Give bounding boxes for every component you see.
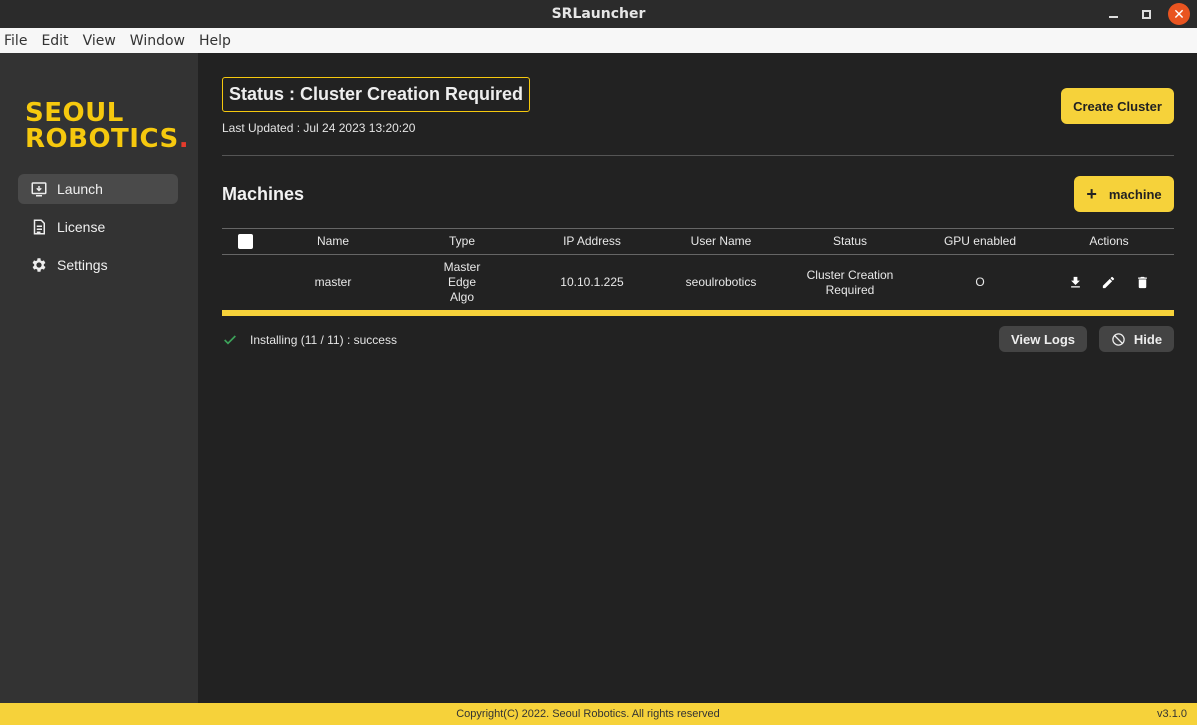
row-actions — [1059, 255, 1159, 310]
column-header-type: Type — [448, 234, 475, 248]
edit-icon[interactable] — [1101, 275, 1116, 290]
view-logs-button[interactable]: View Logs — [999, 326, 1087, 352]
machine-type: Master Edge Algo — [443, 260, 481, 304]
maximize-button[interactable] — [1134, 0, 1158, 28]
column-header-name: Name — [316, 234, 349, 248]
machines-table: Name Type IP Address User Name Status GP… — [222, 228, 1174, 311]
hide-icon — [1112, 332, 1125, 346]
add-machine-button[interactable]: + machine — [1074, 176, 1174, 212]
plus-icon: + — [1086, 183, 1097, 204]
version: v3.1.0 — [1157, 708, 1187, 720]
table-row[interactable]: master Master Edge Algo 10.10.1.225 seou… — [222, 255, 1174, 311]
close-icon: ✕ — [1168, 3, 1190, 25]
brand-line2: ROBOTICS — [25, 124, 179, 154]
delete-icon[interactable] — [1135, 275, 1150, 290]
install-progress-bar — [222, 310, 1174, 316]
machine-ip: 10.10.1.225 — [560, 275, 624, 289]
download-icon[interactable] — [1068, 275, 1083, 290]
machine-user: seoulrobotics — [685, 275, 757, 289]
main-panel: Status : Cluster Creation Required Last … — [198, 53, 1197, 703]
column-header-status: Status — [832, 234, 868, 248]
brand-logo: SEOUL ROBOTICS. — [25, 100, 189, 152]
gear-icon — [32, 258, 46, 272]
sidebar-item-label: Launch — [57, 181, 103, 197]
hide-label: Hide — [1133, 331, 1163, 347]
minimize-icon — [1108, 16, 1118, 18]
cluster-status: Status : Cluster Creation Required — [222, 77, 531, 112]
table-header: Name Type IP Address User Name Status GP… — [222, 228, 1174, 255]
machine-gpu: O — [975, 275, 985, 289]
title-bar: SRLauncher — [0, 0, 1197, 28]
machine-status: Cluster Creation Required — [806, 267, 894, 297]
sidebar-item-launch[interactable]: Launch — [18, 174, 178, 204]
divider — [222, 155, 1174, 156]
sidebar-item-license[interactable]: License — [18, 212, 178, 242]
column-header-ip: IP Address — [563, 234, 621, 248]
machine-name: master — [314, 275, 352, 289]
menu-bar: File Edit View Window Help — [0, 28, 1197, 53]
menu-file[interactable]: File — [4, 33, 27, 49]
machines-title: Machines — [222, 184, 305, 204]
window-title: SRLauncher — [551, 6, 646, 22]
install-status: Installing (11 / 11) : success — [222, 330, 397, 350]
column-header-user: User Name — [690, 234, 752, 248]
launch-icon — [31, 182, 47, 197]
license-icon — [33, 219, 45, 235]
brand-dot: . — [178, 124, 190, 154]
copyright: Copyright(C) 2022. Seoul Robotics. All r… — [456, 708, 720, 720]
menu-edit[interactable]: Edit — [41, 33, 68, 49]
column-header-gpu: GPU enabled — [943, 234, 1017, 248]
sidebar-item-label: Settings — [57, 257, 108, 273]
hide-button[interactable]: Hide — [1099, 326, 1174, 352]
footer: Copyright(C) 2022. Seoul Robotics. All r… — [0, 703, 1197, 725]
brand-line1: SEOUL — [25, 98, 124, 128]
minimize-button[interactable] — [1101, 0, 1125, 28]
sidebar-item-settings[interactable]: Settings — [18, 250, 178, 280]
install-message: Installing (11 / 11) : success — [250, 333, 397, 347]
add-machine-label: machine — [1108, 186, 1162, 202]
sidebar: SEOUL ROBOTICS. Launch License Settings — [0, 53, 198, 703]
last-updated: Last Updated : Jul 24 2023 13:20:20 — [222, 121, 416, 135]
check-icon — [224, 335, 236, 345]
maximize-icon — [1141, 9, 1151, 19]
menu-help[interactable]: Help — [199, 33, 231, 49]
select-all-checkbox[interactable] — [237, 234, 253, 249]
create-cluster-button[interactable]: Create Cluster — [1061, 88, 1174, 124]
sidebar-item-label: License — [57, 219, 106, 235]
menu-view[interactable]: View — [83, 33, 116, 49]
column-header-actions: Actions — [1089, 234, 1129, 248]
select-all-cell — [222, 229, 268, 254]
menu-window[interactable]: Window — [130, 33, 185, 49]
close-button[interactable]: ✕ — [1167, 0, 1191, 28]
